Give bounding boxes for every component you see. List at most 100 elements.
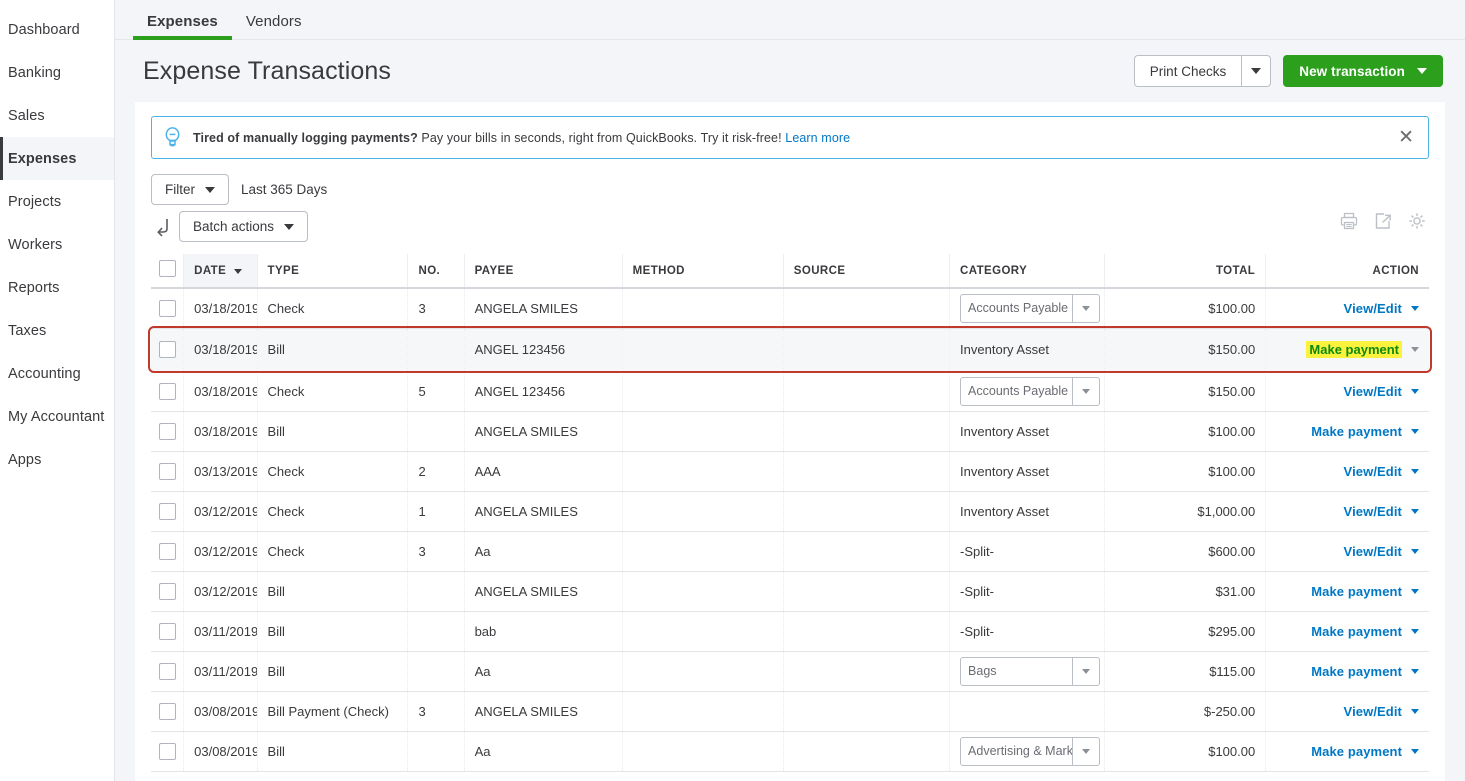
row-checkbox[interactable] <box>159 663 176 680</box>
column-header-category[interactable]: CATEGORY <box>950 254 1105 288</box>
sidebar-item-label: Expenses <box>8 151 77 167</box>
table-row[interactable]: 03/08/2019BillAaAdvertising & Mark$100.0… <box>151 731 1429 771</box>
row-select-cell <box>151 491 184 531</box>
sidebar-item-dashboard[interactable]: Dashboard <box>0 8 114 51</box>
action-dropdown-icon[interactable] <box>1411 749 1419 754</box>
sidebar-item-my-accountant[interactable]: My Accountant <box>0 395 114 438</box>
category-dropdown-toggle[interactable] <box>1072 738 1099 765</box>
action-link[interactable]: View/Edit <box>1344 704 1402 719</box>
sidebar-item-sales[interactable]: Sales <box>0 94 114 137</box>
action-group: Make payment <box>1311 424 1419 439</box>
action-link[interactable]: View/Edit <box>1344 301 1402 316</box>
lightbulb-icon <box>164 127 181 148</box>
row-checkbox[interactable] <box>159 623 176 640</box>
row-checkbox[interactable] <box>159 543 176 560</box>
table-row[interactable]: 03/08/2019Bill Payment (Check)3ANGELA SM… <box>151 691 1429 731</box>
sidebar-item-label: Workers <box>8 237 62 253</box>
action-link[interactable]: View/Edit <box>1344 464 1402 479</box>
action-link[interactable]: View/Edit <box>1344 504 1402 519</box>
table-row[interactable]: 03/18/2019BillANGELA SMILESInventory Ass… <box>151 411 1429 451</box>
table-row[interactable]: 03/12/2019Check1ANGELA SMILESInventory A… <box>151 491 1429 531</box>
print-checks-split-button[interactable]: Print Checks <box>1134 55 1272 87</box>
print-checks-button[interactable]: Print Checks <box>1134 55 1242 87</box>
table-row[interactable]: 03/12/2019BillANGELA SMILES-Split-$31.00… <box>151 571 1429 611</box>
sidebar-item-reports[interactable]: Reports <box>0 266 114 309</box>
category-select[interactable]: Accounts Payable ( <box>960 294 1100 323</box>
category-select[interactable]: Accounts Payable ( <box>960 377 1100 406</box>
action-dropdown-icon[interactable] <box>1411 306 1419 311</box>
sidebar-item-banking[interactable]: Banking <box>0 51 114 94</box>
new-transaction-button[interactable]: New transaction <box>1283 55 1443 87</box>
tab-vendors[interactable]: Vendors <box>232 13 316 39</box>
action-dropdown-icon[interactable] <box>1411 629 1419 634</box>
table-row[interactable]: 03/18/2019BillANGEL 123456Inventory Asse… <box>151 328 1429 371</box>
cell-method <box>622 571 783 611</box>
sidebar-item-taxes[interactable]: Taxes <box>0 309 114 352</box>
action-dropdown-icon[interactable] <box>1411 549 1419 554</box>
action-dropdown-icon[interactable] <box>1411 709 1419 714</box>
column-header-source[interactable]: SOURCE <box>783 254 949 288</box>
action-link[interactable]: Make payment <box>1306 341 1402 358</box>
category-select[interactable]: Advertising & Mark <box>960 737 1100 766</box>
column-header-type[interactable]: TYPE <box>257 254 408 288</box>
action-dropdown-icon[interactable] <box>1411 669 1419 674</box>
sidebar-item-workers[interactable]: Workers <box>0 223 114 266</box>
action-link[interactable]: View/Edit <box>1344 544 1402 559</box>
row-checkbox[interactable] <box>159 463 176 480</box>
table-row[interactable]: 03/18/2019Check3ANGELA SMILESAccounts Pa… <box>151 288 1429 328</box>
tab-expenses[interactable]: Expenses <box>133 13 232 39</box>
action-link[interactable]: Make payment <box>1311 624 1402 639</box>
sidebar-item-accounting[interactable]: Accounting <box>0 352 114 395</box>
row-checkbox[interactable] <box>159 503 176 520</box>
action-dropdown-icon[interactable] <box>1411 469 1419 474</box>
category-dropdown-toggle[interactable] <box>1072 295 1099 322</box>
column-header-no[interactable]: NO. <box>408 254 464 288</box>
sidebar-item-expenses[interactable]: Expenses <box>0 137 114 180</box>
category-dropdown-toggle[interactable] <box>1072 378 1099 405</box>
row-checkbox[interactable] <box>159 423 176 440</box>
cell-date: 03/12/2019 <box>184 491 257 531</box>
cell-source <box>783 571 949 611</box>
action-link[interactable]: Make payment <box>1311 584 1402 599</box>
column-header-payee[interactable]: PAYEE <box>464 254 622 288</box>
table-row[interactable]: 03/13/2019Check2AAAInventory Asset$100.0… <box>151 451 1429 491</box>
cell-no <box>408 328 464 371</box>
filter-button[interactable]: Filter <box>151 174 229 205</box>
select-all-checkbox[interactable] <box>159 260 176 277</box>
export-icon[interactable] <box>1373 211 1393 236</box>
action-dropdown-icon[interactable] <box>1411 589 1419 594</box>
row-checkbox[interactable] <box>159 703 176 720</box>
action-link[interactable]: Make payment <box>1311 744 1402 759</box>
action-link[interactable]: View/Edit <box>1344 384 1402 399</box>
action-link[interactable]: Make payment <box>1311 664 1402 679</box>
learn-more-link[interactable]: Learn more <box>785 131 850 145</box>
category-dropdown-toggle[interactable] <box>1072 658 1099 685</box>
column-header-method[interactable]: METHOD <box>622 254 783 288</box>
row-checkbox[interactable] <box>159 583 176 600</box>
row-checkbox[interactable] <box>159 300 176 317</box>
action-dropdown-icon[interactable] <box>1411 389 1419 394</box>
batch-actions-button[interactable]: Batch actions <box>179 211 308 242</box>
action-dropdown-icon[interactable] <box>1411 429 1419 434</box>
action-dropdown-icon[interactable] <box>1411 509 1419 514</box>
table-row[interactable]: 03/11/2019BillAaBags$115.00Make payment <box>151 651 1429 691</box>
sidebar-item-apps[interactable]: Apps <box>0 438 114 481</box>
column-header-total[interactable]: TOTAL <box>1105 254 1266 288</box>
print-icon[interactable] <box>1339 211 1359 236</box>
table-row[interactable]: 03/11/2019Billbab-Split-$295.00Make paym… <box>151 611 1429 651</box>
sidebar-item-projects[interactable]: Projects <box>0 180 114 223</box>
action-dropdown-icon[interactable] <box>1411 347 1419 352</box>
cell-source <box>783 651 949 691</box>
action-link[interactable]: Make payment <box>1311 424 1402 439</box>
action-group: View/Edit <box>1344 384 1419 399</box>
print-checks-dropdown-toggle[interactable] <box>1241 55 1271 87</box>
row-checkbox[interactable] <box>159 341 176 358</box>
category-select[interactable]: Bags <box>960 657 1100 686</box>
table-row[interactable]: 03/18/2019Check5ANGEL 123456Accounts Pay… <box>151 371 1429 411</box>
close-icon[interactable]: ✕ <box>1398 128 1414 147</box>
row-checkbox[interactable] <box>159 383 176 400</box>
table-row[interactable]: 03/12/2019Check3Aa-Split-$600.00View/Edi… <box>151 531 1429 571</box>
column-header-date[interactable]: DATE <box>184 254 257 288</box>
row-checkbox[interactable] <box>159 743 176 760</box>
settings-gear-icon[interactable] <box>1407 211 1427 236</box>
